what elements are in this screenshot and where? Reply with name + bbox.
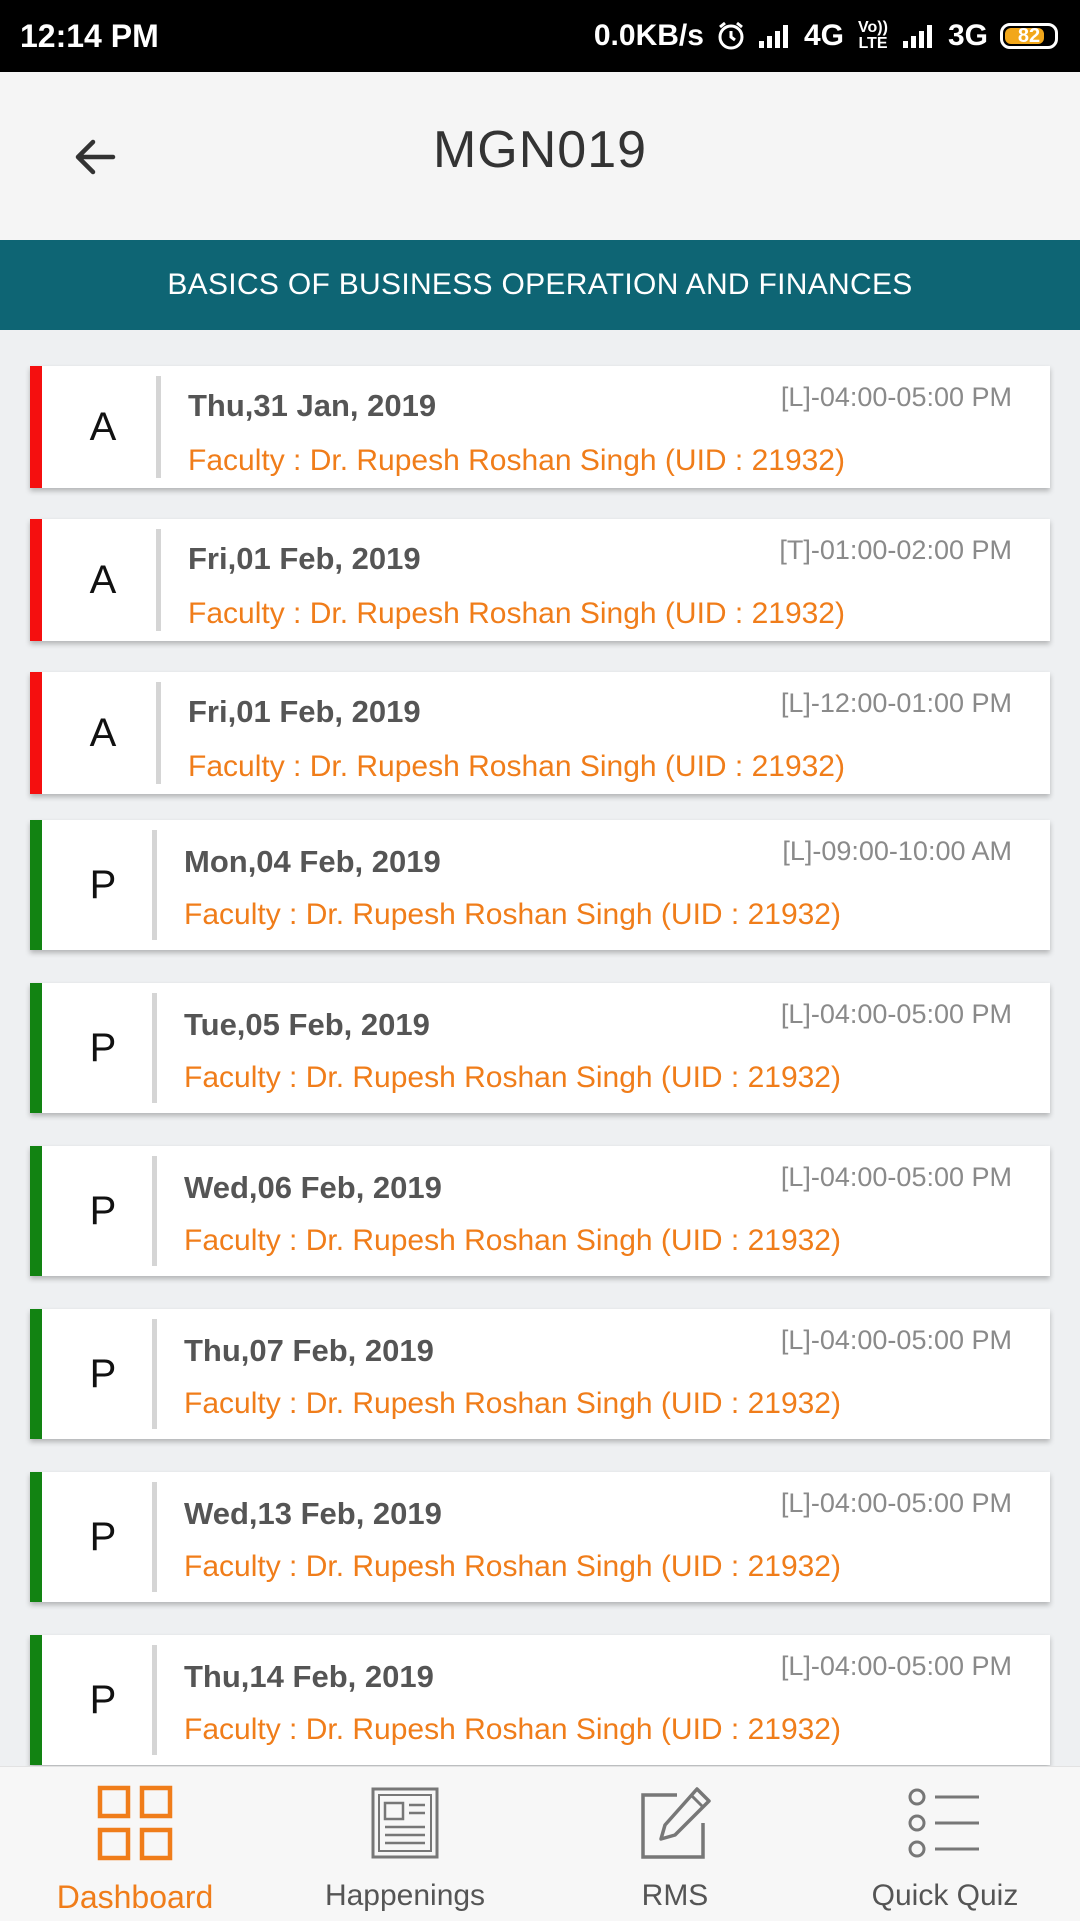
battery-icon: 82 (1000, 23, 1058, 49)
bottom-navigation: Dashboard Happenings RMS Quick Quiz (0, 1766, 1080, 1921)
network-type-1: 4G (803, 19, 844, 52)
nav-label: RMS (641, 1879, 709, 1912)
faculty-name: Faculty : Dr. Rupesh Roshan Singh (UID :… (184, 1550, 841, 1583)
attendance-status: P (89, 1351, 117, 1396)
class-date: Wed,06 Feb, 2019 (184, 1170, 442, 1205)
alarm-icon (716, 21, 746, 51)
faculty-name: Faculty : Dr. Rupesh Roshan Singh (UID :… (184, 1387, 841, 1420)
edit-icon (637, 1783, 713, 1863)
class-date: Thu,14 Feb, 2019 (184, 1659, 434, 1694)
attendance-card[interactable]: P Thu,07 Feb, 2019 [L]-04:00-05:00 PM Facul… (30, 1309, 1050, 1439)
absent-indicator-bar (30, 672, 42, 794)
attendance-status: P (89, 862, 117, 907)
nav-happenings[interactable]: Happenings (270, 1767, 540, 1921)
faculty-name: Faculty : Dr. Rupesh Roshan Singh (UID :… (188, 444, 845, 477)
attendance-status: A (89, 404, 117, 449)
attendance-card[interactable]: P Tue,05 Feb, 2019 [L]-04:00-05:00 PM Facul… (30, 983, 1050, 1113)
network-type-2: 3G (947, 19, 988, 52)
class-time: [L]-04:00-05:00 PM (780, 1488, 1012, 1518)
attendance-card[interactable]: P Wed,06 Feb, 2019 [L]-04:00-05:00 PM Facul… (30, 1146, 1050, 1276)
nav-dashboard[interactable]: Dashboard (0, 1767, 270, 1921)
card-divider (152, 830, 157, 940)
status-time: 12:14 PM (20, 17, 159, 54)
card-divider (152, 1482, 157, 1592)
class-time: [L]-04:00-05:00 PM (780, 382, 1012, 412)
faculty-name: Faculty : Dr. Rupesh Roshan Singh (UID :… (188, 750, 845, 783)
card-divider (152, 1156, 157, 1266)
class-date: Thu,31 Jan, 2019 (188, 388, 437, 423)
present-indicator-bar (30, 1146, 42, 1276)
attendance-status: P (89, 1188, 117, 1233)
nav-label: Happenings (324, 1879, 486, 1912)
nav-rms[interactable]: RMS (540, 1767, 810, 1921)
attendance-list[interactable]: A Thu,31 Jan, 2019 [L]-04:00-05:00 PM Facul… (0, 330, 1080, 1766)
present-indicator-bar (30, 1309, 42, 1439)
card-divider (152, 993, 157, 1103)
class-time: [L]-04:00-05:00 PM (780, 999, 1012, 1029)
faculty-name: Faculty : Dr. Rupesh Roshan Singh (UID :… (184, 1061, 841, 1094)
absent-indicator-bar (30, 366, 42, 488)
attendance-status: P (89, 1514, 117, 1559)
attendance-status: P (89, 1025, 117, 1070)
class-time: [T]-01:00-02:00 PM (779, 535, 1012, 565)
signal-icon (902, 23, 936, 49)
dashboard-grid-icon (97, 1783, 173, 1863)
class-date: Fri,01 Feb, 2019 (188, 694, 421, 729)
present-indicator-bar (30, 1472, 42, 1602)
attendance-card[interactable]: A Fri,01 Feb, 2019 [T]-01:00-02:00 PM Facul… (30, 519, 1050, 641)
attendance-card[interactable]: P Thu,14 Feb, 2019 [L]-04:00-05:00 PM Facul… (30, 1635, 1050, 1765)
class-time: [L]-12:00-01:00 PM (780, 688, 1012, 718)
present-indicator-bar (30, 820, 42, 950)
absent-indicator-bar (30, 519, 42, 641)
present-indicator-bar (30, 983, 42, 1113)
list-icon (907, 1783, 983, 1863)
attendance-card[interactable]: P Wed,13 Feb, 2019 [L]-04:00-05:00 PM Facul… (30, 1472, 1050, 1602)
attendance-status: A (89, 557, 117, 602)
attendance-card[interactable]: A Fri,01 Feb, 2019 [L]-12:00-01:00 PM Facul… (30, 672, 1050, 794)
newspaper-icon (367, 1783, 443, 1863)
class-time: [L]-04:00-05:00 PM (780, 1651, 1012, 1681)
app-bar: MGN019 (0, 72, 1080, 240)
present-indicator-bar (30, 1635, 42, 1765)
class-time: [L]-04:00-05:00 PM (780, 1325, 1012, 1355)
class-date: Tue,05 Feb, 2019 (184, 1007, 430, 1042)
nav-quick-quiz[interactable]: Quick Quiz (810, 1767, 1080, 1921)
class-date: Fri,01 Feb, 2019 (188, 541, 421, 576)
card-divider (152, 1319, 157, 1429)
network-speed: 0.0KB/s (593, 19, 704, 52)
class-time: [L]-04:00-05:00 PM (780, 1162, 1012, 1192)
faculty-name: Faculty : Dr. Rupesh Roshan Singh (UID :… (184, 1224, 841, 1257)
nav-label: Quick Quiz (871, 1879, 1019, 1912)
status-bar: 12:14 PM 0.0KB/s 4G Vo)) LTE 3G 82 (0, 0, 1080, 72)
faculty-name: Faculty : Dr. Rupesh Roshan Singh (UID :… (184, 1713, 841, 1746)
faculty-name: Faculty : Dr. Rupesh Roshan Singh (UID :… (184, 898, 841, 931)
status-indicators: 0.0KB/s 4G Vo)) LTE 3G 82 (594, 19, 1058, 53)
attendance-status: P (89, 1677, 117, 1722)
faculty-name: Faculty : Dr. Rupesh Roshan Singh (UID :… (188, 597, 845, 630)
card-divider (152, 1645, 157, 1755)
class-date: Thu,07 Feb, 2019 (184, 1333, 434, 1368)
class-time: [L]-09:00-10:00 AM (782, 836, 1012, 866)
course-title-banner: BASICS OF BUSINESS OPERATION AND FINANCE… (0, 240, 1080, 330)
volte-badge: Vo)) LTE (858, 19, 888, 52)
card-divider (156, 682, 161, 784)
signal-icon (758, 23, 792, 49)
battery-percent: 82 (1017, 24, 1041, 47)
page-title: MGN019 (432, 121, 648, 179)
class-date: Mon,04 Feb, 2019 (184, 844, 441, 879)
attendance-status: A (89, 710, 117, 755)
attendance-card[interactable]: P Mon,04 Feb, 2019 [L]-09:00-10:00 AM Facul… (30, 820, 1050, 950)
nav-label: Dashboard (56, 1879, 214, 1915)
attendance-card[interactable]: A Thu,31 Jan, 2019 [L]-04:00-05:00 PM Facul… (30, 366, 1050, 488)
class-date: Wed,13 Feb, 2019 (184, 1496, 442, 1531)
card-divider (156, 529, 161, 631)
card-divider (156, 376, 161, 478)
